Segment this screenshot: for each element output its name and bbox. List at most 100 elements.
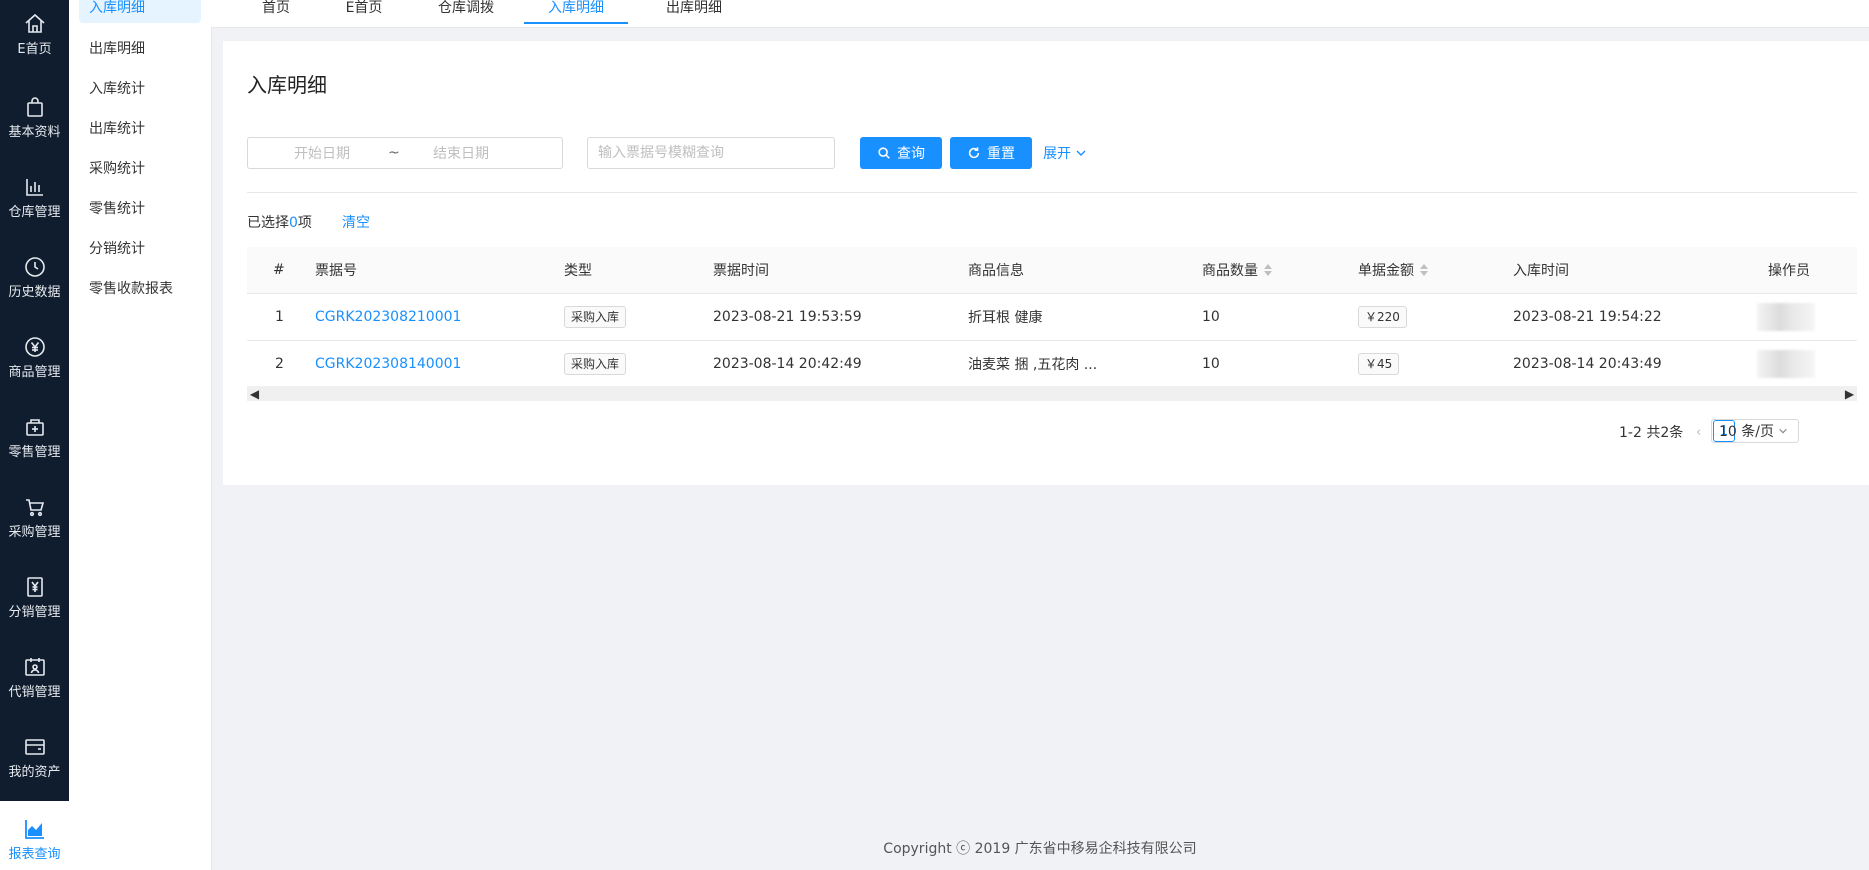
amount-tag: ￥45 [1358, 353, 1400, 375]
tab-label: 入库明细 [548, 0, 604, 16]
sidebar-item-assets[interactable]: 我的资产 [0, 735, 69, 799]
submenu-item-inbound-stats[interactable]: 入库统计 [79, 72, 201, 104]
inbound-time: 2023-08-21 19:54:22 [1513, 309, 1662, 325]
col-goods-info: 商品信息 [968, 263, 1024, 279]
submenu-item-label: 零售统计 [89, 201, 145, 217]
page-tabs: 首页 E首页 仓库调拨 入库明细 出库明细 [211, 0, 1869, 28]
sort-icon[interactable] [1264, 264, 1272, 276]
submenu-item-outbound-detail[interactable]: 出库明细 [79, 32, 201, 64]
inbound-time: 2023-08-14 20:43:49 [1513, 356, 1662, 372]
table-row[interactable]: 1 CGRK202308210001 采购入库 2023-08-21 19:53… [247, 294, 1857, 341]
submenu-item-outbound-stats[interactable]: 出库统计 [79, 112, 201, 144]
tab-inbound-detail[interactable]: 入库明细 [524, 0, 628, 24]
expand-filters-link[interactable]: 展开 [1043, 137, 1087, 169]
reset-button-label: 重置 [987, 146, 1015, 162]
calendar-person-icon [24, 658, 45, 676]
submenu-item-label: 零售收款报表 [89, 281, 173, 297]
search-button-label: 查询 [897, 146, 925, 162]
tab-warehouse-transfer[interactable]: 仓库调拨 [433, 0, 499, 22]
tab-outbound-detail[interactable]: 出库明细 [661, 0, 727, 22]
sidebar-item-label: 商品管理 [8, 365, 61, 380]
scroll-left-icon[interactable]: ◀ [247, 386, 262, 401]
sidebar-item-goods[interactable]: 商品管理 [0, 335, 69, 399]
page-size-select[interactable]: 10 条/页 [1711, 419, 1799, 443]
chevron-down-icon [1076, 150, 1086, 156]
page-title: 入库明细 [247, 73, 327, 97]
wallet-icon [24, 739, 45, 755]
start-date-placeholder[interactable]: 开始日期 [294, 143, 350, 163]
sidebar-item-label: 我的资产 [8, 765, 61, 780]
col-bill-amount[interactable]: 单据金额 [1358, 247, 1428, 293]
search-icon [878, 147, 890, 159]
bill-no-link[interactable]: CGRK202308210001 [315, 294, 461, 340]
submenu-item-purchase-stats[interactable]: 采购统计 [79, 152, 201, 184]
sidebar-item-label: 采购管理 [8, 525, 61, 540]
col-bill-amount-label: 单据金额 [1358, 263, 1414, 279]
col-bill-time: 票据时间 [713, 263, 769, 279]
clear-selection-link[interactable]: 清空 [342, 212, 370, 232]
selection-suffix: 项 [297, 215, 312, 231]
submenu-item-label: 采购统计 [89, 161, 145, 177]
scroll-right-icon[interactable]: ▶ [1842, 386, 1857, 401]
sidebar-item-reports[interactable]: 报表查询 [0, 801, 69, 870]
inbound-detail-table: # 票据号 类型 票据时间 商品信息 商品数量 单据金额 入库时间 操作员 1 … [247, 247, 1857, 388]
expand-label: 展开 [1043, 146, 1071, 162]
yen-circle-icon [24, 337, 45, 357]
prev-page-icon[interactable]: ‹ [1696, 420, 1701, 444]
sidebar-item-consignment[interactable]: 代销管理 [0, 655, 69, 719]
main-sidebar: E首页 基本资料 仓库管理 历史数据 商品管理 零售管理 采购管理 分销管理 代… [0, 0, 69, 870]
type-tag: 采购入库 [564, 306, 627, 328]
col-goods-qty[interactable]: 商品数量 [1202, 247, 1272, 293]
sidebar-item-basic-info[interactable]: 基本资料 [0, 95, 69, 159]
cart-icon [25, 499, 44, 517]
sidebar-item-label: 代销管理 [8, 685, 61, 700]
bill-no-search-input[interactable] [587, 137, 835, 169]
operator-avatar-blurred [1757, 303, 1815, 331]
sidebar-item-purchase[interactable]: 采购管理 [0, 495, 69, 559]
col-index: # [273, 262, 285, 278]
col-type: 类型 [564, 263, 592, 279]
bill-no-link[interactable]: CGRK202308140001 [315, 341, 461, 387]
sidebar-item-e-home[interactable]: E首页 [0, 12, 69, 76]
col-bill-no: 票据号 [315, 263, 357, 279]
area-chart-icon [24, 820, 44, 839]
selection-count: 0 [289, 215, 298, 231]
selection-prefix: 已选择 [247, 215, 289, 231]
amount-tag: ￥220 [1358, 306, 1407, 328]
sidebar-item-label: 基本资料 [8, 125, 61, 140]
submenu-item-retail-stats[interactable]: 零售统计 [79, 192, 201, 224]
submenu-item-distribution-stats[interactable]: 分销统计 [79, 232, 201, 264]
sidebar-item-label: E首页 [17, 42, 52, 57]
submenu-item-inbound-detail[interactable]: 入库明细 [79, 0, 201, 23]
sidebar-item-warehouse[interactable]: 仓库管理 [0, 175, 69, 239]
search-button[interactable]: 查询 [860, 137, 942, 169]
sidebar-item-label: 零售管理 [8, 445, 61, 460]
date-range-picker[interactable]: 开始日期 ~ 结束日期 [247, 137, 563, 169]
sidebar-item-history[interactable]: 历史数据 [0, 255, 69, 319]
operator-avatar-blurred [1757, 350, 1815, 378]
sort-icon[interactable] [1420, 264, 1428, 276]
sidebar-item-distribution[interactable]: 分销管理 [0, 575, 69, 639]
page-size-label: 10 条/页 [1719, 424, 1774, 440]
sidebar-item-label: 分销管理 [8, 605, 61, 620]
sidebar-item-retail[interactable]: 零售管理 [0, 415, 69, 479]
goods-info: 油麦菜 捆 ,五花肉 ... [968, 357, 1098, 373]
box-plus-icon [25, 419, 44, 436]
horizontal-scrollbar[interactable]: ◀ ▶ [247, 386, 1857, 401]
table-row[interactable]: 2 CGRK202308140001 采购入库 2023-08-14 20:42… [247, 341, 1857, 388]
row-index: 1 [275, 309, 284, 325]
tab-home[interactable]: 首页 [256, 0, 296, 22]
col-operator: 操作员 [1768, 263, 1810, 279]
goods-info: 折耳根 健康 [968, 310, 1043, 326]
pagination-summary: 1-2 共2条 [1619, 425, 1684, 441]
reset-button[interactable]: 重置 [950, 137, 1032, 169]
end-date-placeholder[interactable]: 结束日期 [433, 143, 489, 163]
submenu-item-retail-payment-report[interactable]: 零售收款报表 [79, 272, 201, 304]
row-index: 2 [275, 356, 284, 372]
tab-label: 出库明细 [666, 0, 722, 16]
submenu-item-label: 入库明细 [89, 0, 145, 16]
selection-info: 已选择0项 [247, 212, 312, 232]
clock-icon [24, 257, 45, 277]
sidebar-item-label: 历史数据 [8, 285, 61, 300]
tab-e-home[interactable]: E首页 [339, 0, 389, 22]
